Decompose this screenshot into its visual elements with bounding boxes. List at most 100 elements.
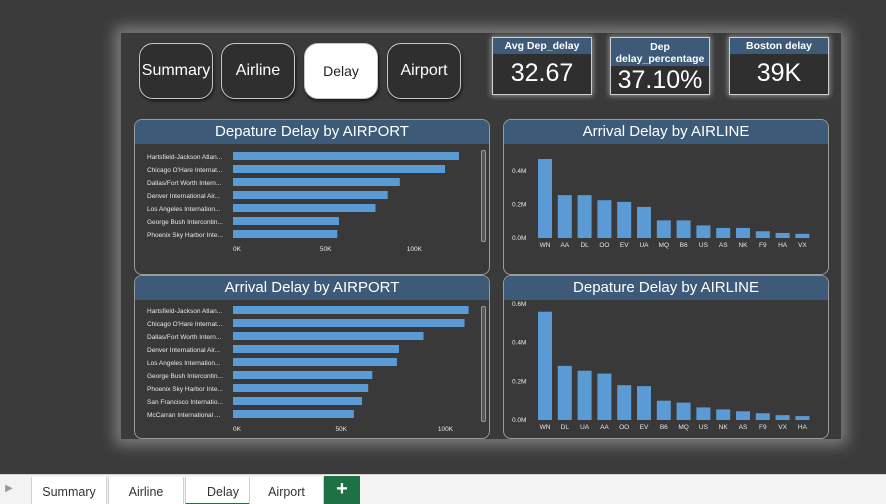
bar <box>617 201 632 238</box>
chevron-right-icon[interactable]: ▶ <box>2 483 16 497</box>
category-label: EV <box>620 242 629 249</box>
bar <box>233 371 373 379</box>
bar <box>233 178 400 186</box>
sheet-tab-airport[interactable]: Airport <box>249 477 324 504</box>
bar <box>557 365 572 420</box>
tick-label: 100K <box>438 426 454 433</box>
chart-plot: Hartsfield-Jackson Atlan... Chicago O'Har… <box>147 152 459 253</box>
tick-label: 50K <box>335 426 347 433</box>
sheet-tab-bar: ▶ Summary Airline Delay Airport <box>0 474 886 504</box>
chart-scrollbar[interactable] <box>481 150 486 242</box>
category-label: US <box>699 424 709 431</box>
category-label: DL <box>561 424 570 431</box>
bar <box>233 191 388 199</box>
kpi-title: Avg Dep_delay <box>493 38 591 54</box>
tick-label: 0K <box>233 426 242 433</box>
bar <box>233 358 397 366</box>
category-label: HA <box>778 242 788 249</box>
category-label: US <box>699 242 709 249</box>
dashboard-canvas: Summary Airline Delay Airport Avg Dep_de… <box>120 32 842 440</box>
tick-label: 100K <box>407 246 423 253</box>
bar <box>755 413 770 420</box>
category-label: Hartsfield-Jackson Atlan... <box>147 154 222 161</box>
tick-label: 0.2M <box>512 201 526 208</box>
bar <box>597 200 612 238</box>
sheet-tab-summary[interactable]: Summary <box>31 477 107 504</box>
bar <box>233 397 363 405</box>
bar <box>557 195 572 238</box>
chart-departure-delay-by-airport: Depature Delay by AIRPORT Hartsfield-Jac… <box>134 119 490 275</box>
bar <box>716 227 731 238</box>
bar <box>795 416 810 420</box>
tick-label: 50K <box>320 246 332 253</box>
category-label: Phoenix Sky Harbor Inte... <box>147 386 223 393</box>
category-label: B6 <box>660 424 668 431</box>
kpi-title: Dep delay_percentage <box>611 38 709 66</box>
category-label: AS <box>739 424 748 431</box>
bar <box>233 319 465 327</box>
chart-plot: Hartsfield-Jackson Atlan... Chicago O'Har… <box>147 306 469 433</box>
category-label: F9 <box>759 242 767 249</box>
category-label: B6 <box>680 242 688 249</box>
nav-button-delay[interactable]: Delay <box>304 43 378 99</box>
tick-label: 0.4M <box>512 168 526 175</box>
chart-arrival-delay-by-airport: Arrival Delay by AIRPORT Hartsfield-Jack… <box>134 275 490 439</box>
bar <box>736 227 750 238</box>
bar <box>676 402 691 420</box>
bar <box>716 409 731 420</box>
kpi-card-avg-dep-delay: Avg Dep_delay 32.67 <box>492 37 592 95</box>
category-label: Los Angeles Internation... <box>147 206 221 213</box>
add-sheet-button[interactable]: + <box>324 476 360 504</box>
sheet-tab-airline[interactable]: Airline <box>108 477 184 504</box>
bar <box>676 220 691 238</box>
bar <box>696 225 711 238</box>
bar <box>233 230 338 238</box>
bar <box>617 385 632 420</box>
bar <box>597 373 612 420</box>
tick-label: 0.4M <box>512 340 526 347</box>
tick-label: 0.0M <box>512 235 526 242</box>
tick-label: 0.6M <box>512 301 526 308</box>
category-label: MQ <box>659 242 669 249</box>
kpi-value: 37.10% <box>617 66 703 94</box>
tick-label: 0K <box>233 246 242 253</box>
kpi-value: 39K <box>756 59 802 87</box>
chart-arrival-delay-by-airline: Arrival Delay by AIRLINE 0.0M 0.2M 0.4M WN A… <box>503 119 829 275</box>
nav-button-summary[interactable]: Summary <box>139 43 213 99</box>
chart-departure-delay-by-airline: Depature Delay by AIRLINE 0.0M 0.2M 0.4M 0.… <box>503 275 829 439</box>
category-label: EV <box>640 424 649 431</box>
bar <box>538 311 552 420</box>
chart-plot: 0.0M 0.2M 0.4M 0.6M WN DL UA AA OO EV B6 MQ US NK AS F9… <box>512 301 810 431</box>
bar <box>736 411 750 420</box>
kpi-value: 32.67 <box>510 59 574 87</box>
category-label: George Bush Intercontin... <box>147 219 223 226</box>
category-label: VX <box>778 424 787 431</box>
bar <box>233 204 376 212</box>
category-label: Denver International Air... <box>147 193 220 200</box>
bar <box>233 152 459 160</box>
nav-button-airline[interactable]: Airline <box>221 43 295 99</box>
bar <box>538 159 552 238</box>
category-label: NK <box>738 242 748 249</box>
bar <box>656 400 671 420</box>
category-label: Denver International Air... <box>147 347 220 354</box>
category-label: Chicago O'Hare Internat... <box>147 167 222 174</box>
category-label: Dallas/Fort Worth Intern... <box>147 180 221 187</box>
bar <box>233 217 340 225</box>
chart-title: Depature Delay by AIRLINE <box>504 276 828 300</box>
bar <box>637 386 651 420</box>
bar <box>233 306 469 314</box>
category-label: DL <box>580 242 589 249</box>
bar <box>696 407 711 420</box>
category-label: Dallas/Fort Worth Intern... <box>147 334 221 341</box>
category-label: WN <box>540 242 551 249</box>
nav-button-airport[interactable]: Airport <box>387 43 461 99</box>
category-label: OO <box>599 242 609 249</box>
bar <box>233 165 446 173</box>
chart-scrollbar[interactable] <box>481 306 486 422</box>
category-label: AA <box>560 242 569 249</box>
category-label: NK <box>719 424 729 431</box>
category-label: WN <box>540 424 551 431</box>
category-label: Hartsfield-Jackson Atlan... <box>147 308 222 315</box>
kpi-title: Boston delay <box>730 38 828 54</box>
